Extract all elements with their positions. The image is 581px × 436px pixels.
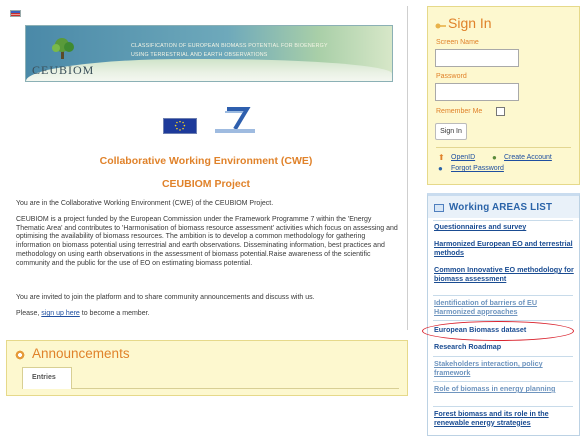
intro-text: You are in the Collaborative Working Env… (16, 200, 274, 207)
sign-in-panel: Sign In Screen Name Password Remember Me… (427, 6, 580, 185)
signup-prefix: Please, (16, 310, 42, 317)
create-account-icon: ● (492, 153, 497, 162)
working-areas-header: Working AREAS LIST (428, 196, 579, 218)
area-divider (433, 406, 573, 407)
working-areas-title: Working AREAS LIST (449, 202, 553, 213)
create-account-link[interactable]: Create Account (504, 154, 552, 161)
eu-flag-logo (163, 118, 197, 134)
password-input[interactable] (435, 83, 519, 101)
area-item-stakeholders[interactable]: Stakeholders interaction, policy framewo… (434, 359, 580, 377)
area-item-research-roadmap[interactable]: Research Roadmap (434, 342, 580, 352)
remember-me-checkbox[interactable] (496, 107, 505, 116)
area-item-harmonized-methods[interactable]: Harmonized European EO and terrestrial m… (434, 239, 580, 257)
forgot-password-link[interactable]: Forgot Password (451, 165, 504, 172)
area-item-barriers[interactable]: Identification of barriers of EU Harmoni… (434, 298, 580, 316)
invite-text: You are invited to join the platform and… (16, 294, 315, 301)
area-item-energy-planning[interactable]: Role of biomass in energy planning (434, 384, 580, 394)
remember-me-label: Remember Me (436, 108, 483, 115)
ceubiom-logo-text: CEUBIOM (32, 63, 95, 77)
project-subtitle: CEUBIOM Project (161, 178, 251, 190)
openid-link[interactable]: OpenID (451, 154, 475, 161)
key-icon (435, 23, 446, 29)
announcements-icon (15, 350, 25, 360)
area-item-questionnaires[interactable]: Questionnaires and survey (434, 222, 580, 232)
area-item-eo-methodology[interactable]: Common Innovative EO methodology for bio… (434, 265, 580, 283)
sign-up-link[interactable]: sign up here (41, 310, 80, 317)
area-divider (433, 295, 573, 296)
area-divider (433, 381, 573, 382)
sign-in-button[interactable]: Sign In (435, 123, 467, 140)
password-label: Password (436, 73, 467, 80)
sign-in-divider (436, 147, 571, 148)
announcements-title: Announcements (32, 346, 130, 361)
fp7-logo (215, 107, 255, 133)
area-divider (433, 356, 573, 357)
project-banner: CLASSIFICATION OF EUROPEAN BIOMASS POTEN… (25, 25, 393, 82)
forgot-password-icon: ● (438, 164, 443, 173)
banner-line-2: USING TERRESTRIAL AND EARTH OBSERVATIONS (131, 52, 268, 58)
list-icon (434, 204, 444, 212)
screen-name-label: Screen Name (436, 39, 479, 46)
tab-divider (22, 388, 399, 389)
us-flag-icon[interactable] (10, 10, 21, 17)
signup-text: Please, sign up here to become a member. (16, 310, 399, 319)
page-title: Collaborative Working Environment (CWE) (99, 155, 313, 167)
announcements-panel: Announcements Entries (6, 340, 408, 396)
openid-icon: ⬆ (438, 153, 445, 162)
tree-logo-icon (52, 38, 74, 59)
screen-name-input[interactable] (435, 49, 519, 67)
area-item-forest-biomass[interactable]: Forest biomass and its role in the renew… (434, 409, 580, 427)
highlight-ellipse (422, 321, 574, 341)
signup-suffix: to become a member. (79, 310, 150, 317)
header-divider (433, 220, 573, 221)
banner-line-1: CLASSIFICATION OF EUROPEAN BIOMASS POTEN… (131, 43, 328, 49)
working-areas-panel: Working AREAS LIST Questionnaires and su… (427, 193, 580, 436)
project-description: CEUBIOM is a project funded by the Europ… (16, 216, 398, 267)
tab-entries[interactable]: Entries (22, 367, 72, 389)
sign-in-title: Sign In (448, 15, 492, 31)
